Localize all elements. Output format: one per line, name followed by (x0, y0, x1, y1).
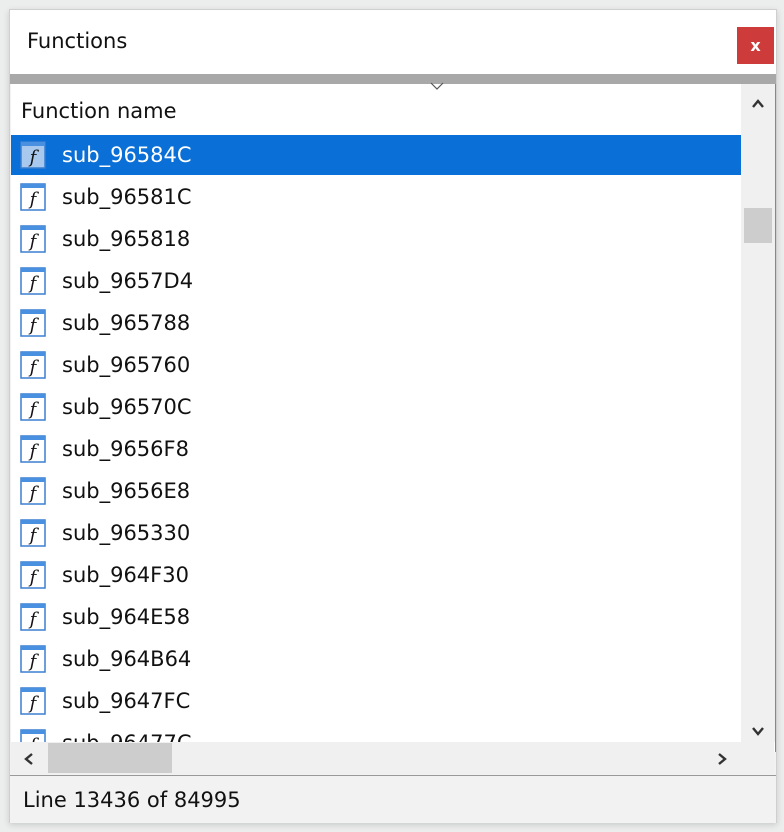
scroll-up-icon[interactable] (750, 98, 766, 110)
list-item[interactable]: f sub_9657D4 (11, 261, 741, 301)
status-bar: Line 13436 of 84995 (10, 775, 776, 823)
horizontal-scroll-thumb[interactable] (48, 743, 172, 773)
function-name: sub_965330 (62, 521, 191, 545)
scroll-left-icon[interactable] (23, 751, 35, 767)
function-name: sub_965818 (62, 227, 191, 251)
scroll-down-icon[interactable] (750, 725, 766, 737)
list-item[interactable]: f sub_96584C (11, 135, 741, 175)
function-name: sub_9647FC (62, 689, 191, 713)
sort-descending-icon (430, 82, 444, 90)
list-item[interactable]: f sub_965818 (11, 219, 741, 259)
function-name: sub_96584C (62, 143, 192, 167)
window-title: Functions (27, 29, 128, 53)
function-icon: f (20, 477, 46, 505)
splitter-bar[interactable] (10, 74, 776, 84)
function-name: sub_9656F8 (62, 437, 189, 461)
function-name: sub_964B64 (62, 647, 192, 671)
function-icon: f (20, 141, 46, 169)
list-item[interactable]: f sub_9647FC (11, 681, 741, 721)
function-icon: f (20, 603, 46, 631)
list-item[interactable]: f sub_9656F8 (11, 429, 741, 469)
function-icon: f (20, 687, 46, 715)
horizontal-scrollbar[interactable] (11, 742, 740, 774)
list-item[interactable]: f sub_965788 (11, 303, 741, 343)
function-name: sub_9657D4 (62, 269, 194, 293)
line-position-status: Line 13436 of 84995 (23, 788, 241, 812)
function-icon: f (20, 351, 46, 379)
list-item[interactable]: f sub_964F30 (11, 555, 741, 595)
list-item[interactable]: f sub_96570C (11, 387, 741, 427)
column-header-function-name[interactable]: Function name (11, 82, 741, 134)
function-icon: f (20, 645, 46, 673)
list-item[interactable]: f sub_965760 (11, 345, 741, 385)
list-item[interactable]: f sub_964E58 (11, 597, 741, 637)
column-header-label: Function name (21, 99, 177, 123)
function-icon: f (20, 519, 46, 547)
function-name: sub_964E58 (62, 605, 191, 629)
list-item[interactable]: f sub_965330 (11, 513, 741, 553)
title-bar: Functions x (10, 10, 776, 74)
scrollbar-corner (740, 742, 774, 774)
functions-window: Functions x Function name f sub_96584C f su… (9, 9, 777, 823)
list-item[interactable]: f sub_964B64 (11, 639, 741, 679)
function-name: sub_965760 (62, 353, 191, 377)
function-name: sub_96570C (62, 395, 192, 419)
close-icon: x (750, 36, 761, 55)
function-name: sub_9656E8 (62, 479, 191, 503)
scroll-right-icon[interactable] (716, 751, 728, 767)
list-item[interactable]: f sub_9656E8 (11, 471, 741, 511)
function-name: sub_96581C (62, 185, 192, 209)
function-icon: f (20, 267, 46, 295)
function-list: Function name f sub_96584C f sub_96581C f sub… (11, 82, 776, 752)
function-name: sub_964F30 (62, 563, 189, 587)
function-icon: f (20, 225, 46, 253)
function-icon: f (20, 309, 46, 337)
vertical-scroll-thumb[interactable] (744, 208, 772, 243)
function-icon: f (20, 435, 46, 463)
list-item[interactable]: f sub_96581C (11, 177, 741, 217)
vertical-scrollbar[interactable] (741, 84, 775, 742)
function-name: sub_96477C (62, 731, 192, 742)
function-icon: f (20, 729, 46, 742)
function-icon: f (20, 183, 46, 211)
close-button[interactable]: x (737, 27, 774, 64)
function-icon: f (20, 561, 46, 589)
list-item[interactable]: f sub_96477C (11, 723, 741, 742)
function-icon: f (20, 393, 46, 421)
function-rows: f sub_96584C f sub_96581C f sub_965818 f sub_96… (11, 135, 741, 742)
function-name: sub_965788 (62, 311, 191, 335)
